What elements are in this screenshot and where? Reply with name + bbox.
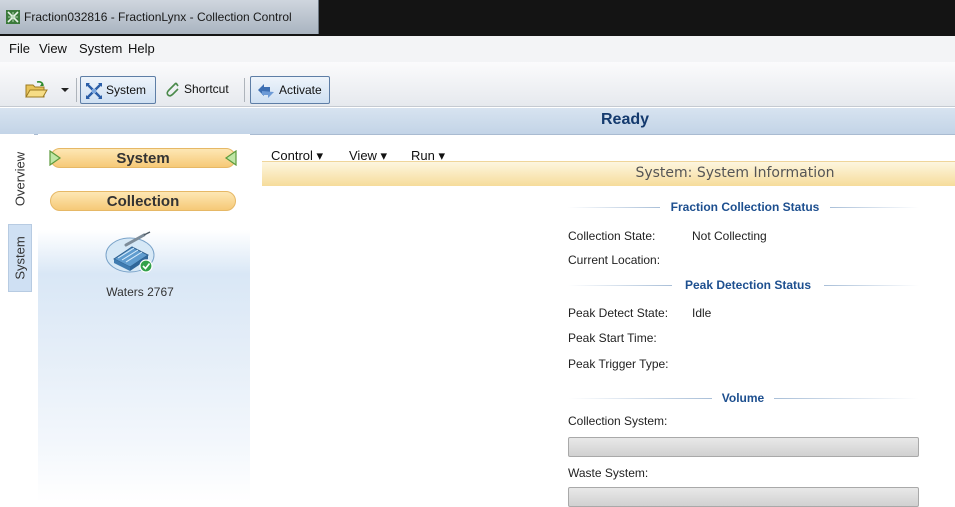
activate-button[interactable]: Activate bbox=[250, 76, 330, 104]
peak-trigger-type-label: Peak Trigger Type: bbox=[568, 357, 669, 371]
waste-system-label: Waste System: bbox=[568, 466, 649, 480]
menu-view[interactable]: View bbox=[39, 41, 67, 56]
toolbar-separator bbox=[244, 78, 245, 102]
tab-system[interactable]: System bbox=[8, 224, 32, 292]
system-button[interactable]: System bbox=[80, 76, 156, 104]
tab-overview[interactable]: Overview bbox=[8, 136, 32, 222]
system-icon bbox=[86, 83, 102, 99]
device-icon[interactable] bbox=[104, 229, 156, 277]
section-divider bbox=[568, 207, 660, 208]
fraction-collection-heading: Fraction Collection Status bbox=[670, 200, 820, 214]
collection-system-progress-bar bbox=[568, 437, 919, 457]
peak-detect-state-value: Idle bbox=[692, 306, 712, 320]
system-button-label: System bbox=[106, 83, 147, 97]
menu-file[interactable]: File bbox=[9, 41, 30, 56]
peak-start-time-label: Peak Start Time: bbox=[568, 331, 657, 345]
toolbar-separator bbox=[76, 78, 77, 102]
tab-system-label: System bbox=[12, 236, 28, 280]
device-name: Waters 2767 bbox=[106, 285, 174, 299]
section-divider bbox=[568, 398, 712, 399]
collection-system-label: Collection System: bbox=[568, 414, 668, 428]
activate-icon bbox=[258, 84, 274, 98]
sidebar-panel bbox=[38, 134, 250, 502]
sidebar-item-collection[interactable]: Collection bbox=[50, 191, 236, 211]
activate-button-label: Activate bbox=[279, 83, 322, 97]
collection-state-label: Collection State: bbox=[568, 229, 656, 243]
tab-overview-label: Overview bbox=[12, 151, 28, 207]
shortcut-icon bbox=[166, 82, 179, 97]
panel-header-strip bbox=[262, 161, 955, 186]
section-divider bbox=[774, 398, 919, 399]
waste-system-progress-bar bbox=[568, 487, 919, 507]
window-title: Fraction032816 - FractionLynx - Collecti… bbox=[24, 10, 292, 24]
sidebar-item-system-label: System bbox=[116, 150, 170, 167]
section-divider bbox=[830, 207, 919, 208]
shortcut-button[interactable]: Shortcut bbox=[160, 76, 236, 104]
sidebar-item-collection-label: Collection bbox=[106, 193, 180, 210]
chevron-down-icon[interactable] bbox=[60, 86, 70, 94]
collapse-left-icon[interactable] bbox=[224, 150, 238, 166]
expand-right-icon[interactable] bbox=[48, 150, 62, 166]
panel-title: System: System Information bbox=[635, 165, 835, 181]
volume-heading: Volume bbox=[721, 391, 765, 405]
open-folder-icon[interactable] bbox=[24, 80, 48, 100]
menu-help[interactable]: Help bbox=[128, 41, 155, 56]
status-band bbox=[0, 108, 955, 135]
current-location-label: Current Location: bbox=[568, 253, 661, 267]
app-icon bbox=[6, 10, 20, 24]
section-divider bbox=[824, 285, 919, 286]
status-text: Ready bbox=[600, 111, 650, 128]
shortcut-button-label: Shortcut bbox=[184, 82, 229, 96]
section-divider bbox=[568, 285, 672, 286]
peak-detection-heading: Peak Detection Status bbox=[684, 278, 812, 292]
sidebar-item-system[interactable]: System bbox=[50, 148, 236, 168]
collection-state-value: Not Collecting bbox=[692, 229, 767, 243]
menu-system[interactable]: System bbox=[79, 41, 122, 56]
peak-detect-state-label: Peak Detect State: bbox=[568, 306, 669, 320]
